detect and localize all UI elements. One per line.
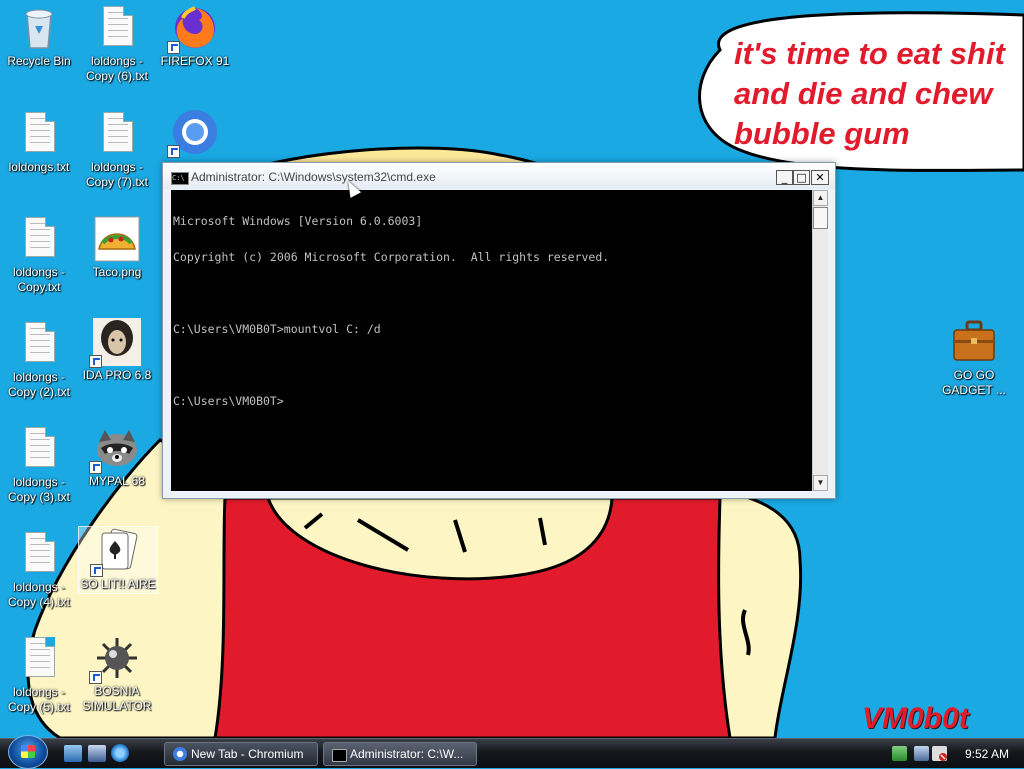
scroll-up-button[interactable]: ▲ <box>813 190 828 206</box>
desktop-icon-go-go-gadget[interactable]: GO GO GADGET ... <box>935 318 1013 398</box>
console-line: Copyright (c) 2006 Microsoft Corporation… <box>173 250 610 264</box>
console-prompt: C:\Users\VM0B0T> <box>173 394 284 408</box>
shortcut-arrow-icon <box>89 671 102 684</box>
text-file-icon <box>93 4 141 52</box>
recycle-bin-icon <box>15 4 63 52</box>
clock[interactable]: 9:52 AM <box>965 747 1009 761</box>
desktop-icon-loldongs-txt[interactable]: loldongs.txt <box>0 110 78 175</box>
desktop-icon-loldongs-copy-7[interactable]: loldongs - Copy (7).txt <box>78 110 156 190</box>
desktop-icon-label: Recycle Bin <box>7 54 71 68</box>
console-line: Microsoft Windows [Version 6.0.6003] <box>173 214 423 228</box>
desktop-icon-label: loldongs - Copy (2).txt <box>7 370 70 399</box>
taskbar-button-label: New Tab - Chromium <box>191 747 304 761</box>
minimize-button[interactable]: _ <box>776 170 793 185</box>
desktop-icon-label: loldongs - Copy (6).txt <box>85 54 148 83</box>
desktop-icon-loldongs-copy[interactable]: loldongs - Copy.txt <box>0 215 78 295</box>
text-file-icon <box>15 635 63 683</box>
text-file-icon <box>15 530 63 578</box>
desktop-icon-loldongs-copy-6[interactable]: loldongs - Copy (6).txt <box>78 4 156 84</box>
taskbar-button-cmd[interactable]: Administrator: C:\W... <box>323 742 477 766</box>
windows-logo-icon <box>21 745 35 758</box>
desktop-icon-label: IDA PRO 6.8 <box>82 368 152 382</box>
desktop-icon-label: loldongs - Copy (4).txt <box>7 580 70 609</box>
briefcase-icon <box>950 318 998 366</box>
scroll-down-button[interactable]: ▼ <box>813 475 828 491</box>
desktop-icon-label: loldongs - Copy (7).txt <box>85 160 148 189</box>
desktop-icon-loldongs-copy-3[interactable]: loldongs - Copy (3).txt <box>0 425 78 505</box>
shortcut-arrow-icon <box>90 564 103 577</box>
shortcut-arrow-icon <box>89 355 102 368</box>
vertical-scrollbar[interactable]: ▲ ▼ <box>812 190 828 491</box>
taco-image-icon <box>93 215 141 263</box>
desktop-icon-loldongs-copy-2[interactable]: loldongs - Copy (2).txt <box>0 320 78 400</box>
display-icon[interactable] <box>914 746 929 761</box>
desktop-icon-label: loldongs.txt <box>8 160 70 174</box>
cmd-icon <box>332 749 347 762</box>
desktop-icon-loldongs-copy-5[interactable]: loldongs - Copy (5).txt <box>0 635 78 715</box>
taskbar: New Tab - Chromium Administrator: C:\W..… <box>0 735 1024 769</box>
text-file-icon <box>15 215 63 263</box>
desktop-icon-firefox[interactable]: FIREFOX 91 <box>156 4 234 69</box>
text-file-icon <box>15 425 63 473</box>
cmd-titlebar[interactable]: C:\ Administrator: C:\Windows\system32\c… <box>163 163 835 189</box>
desktop-icon-label: MYPAL 68 <box>88 474 146 488</box>
volume-muted-icon[interactable] <box>932 746 947 761</box>
text-file-icon <box>15 110 63 158</box>
solitaire-icon <box>90 527 142 577</box>
scroll-thumb[interactable] <box>813 207 828 229</box>
firefox-icon <box>167 4 219 54</box>
chrome-icon <box>167 108 219 158</box>
desktop-icon-solitaire[interactable]: SO LIT!! AIRE <box>78 526 158 594</box>
desktop-icon-label: FIREFOX 91 <box>160 54 230 68</box>
raccoon-icon <box>89 424 141 474</box>
desktop-icon-label: loldongs - Copy (3).txt <box>7 475 70 504</box>
close-button[interactable]: ✕ <box>811 170 829 185</box>
text-file-icon <box>93 110 141 158</box>
desktop-icon-loldongs-copy-4[interactable]: loldongs - Copy (4).txt <box>0 530 78 610</box>
console-output[interactable]: Microsoft Windows [Version 6.0.6003] Cop… <box>171 190 812 491</box>
text-file-icon <box>15 320 63 368</box>
console-line: C:\Users\VM0B0T>mountvol C: /d <box>173 322 381 336</box>
speech-bubble-text: it's time to eat shit and die and chew b… <box>734 36 1005 151</box>
desktop-icon-ida-pro[interactable]: IDA PRO 6.8 <box>78 318 156 383</box>
desktop-icon-label: Taco.png <box>92 265 142 279</box>
show-desktop-icon[interactable] <box>64 745 82 762</box>
network-icon[interactable] <box>892 746 907 761</box>
desktop-icon-bosnia-simulator[interactable]: BOSNIA SIMULATOR <box>78 634 156 714</box>
system-tray: 9:52 AM <box>884 739 1024 769</box>
maximize-button[interactable]: □ <box>793 170 810 185</box>
desktop-icon-label: BOSNIA SIMULATOR <box>82 684 152 713</box>
cmd-window[interactable]: C:\ Administrator: C:\Windows\system32\c… <box>162 162 836 499</box>
shortcut-arrow-icon <box>167 41 180 54</box>
desktop-icon-taco-png[interactable]: Taco.png <box>78 215 156 280</box>
desktop-icon-mypal[interactable]: MYPAL 68 <box>78 424 156 489</box>
cmd-icon: C:\ <box>171 172 189 185</box>
desktop-icon-recycle-bin[interactable]: Recycle Bin <box>0 4 78 69</box>
shortcut-arrow-icon <box>167 145 180 158</box>
cmd-window-title: Administrator: C:\Windows\system32\cmd.e… <box>191 170 436 184</box>
desktop-icon-label: loldongs - Copy.txt <box>12 265 66 294</box>
start-button[interactable] <box>8 735 48 769</box>
taskbar-button-chromium[interactable]: New Tab - Chromium <box>164 742 318 766</box>
artist-signature: VM0b0t <box>862 702 969 735</box>
desktop-icon-chrome[interactable] <box>156 108 234 158</box>
chromium-icon <box>173 747 187 761</box>
shortcut-arrow-icon <box>89 461 102 474</box>
internet-explorer-icon[interactable] <box>111 744 129 762</box>
minesweeper-icon <box>89 634 141 684</box>
ida-pro-icon <box>89 318 141 368</box>
desktop-icon-label: GO GO GADGET ... <box>942 368 1006 397</box>
desktop-icon-label: SO LIT!! AIRE <box>80 577 156 591</box>
taskbar-button-label: Administrator: C:\W... <box>350 747 464 761</box>
switch-windows-icon[interactable] <box>88 745 106 762</box>
desktop-icon-label: loldongs - Copy (5).txt <box>7 685 70 714</box>
